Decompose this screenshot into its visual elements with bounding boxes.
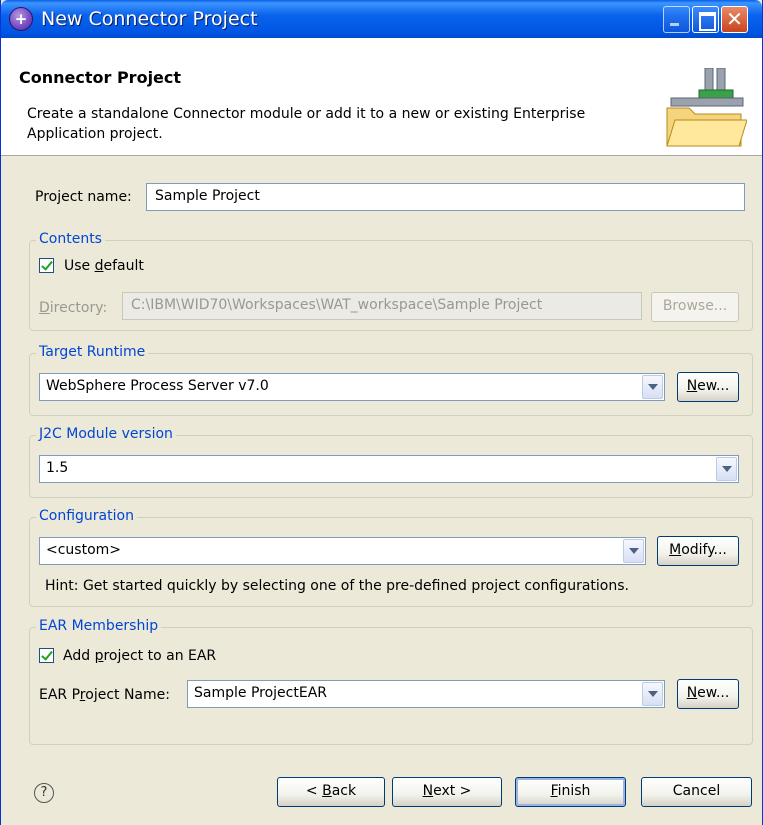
- target-runtime-legend: Target Runtime: [36, 344, 149, 360]
- j2c-version-value: 1.5: [46, 460, 69, 476]
- title-bar[interactable]: + New Connector Project ✕: [1, 0, 762, 38]
- ear-new-button[interactable]: New...: [677, 679, 739, 709]
- window-title: New Connector Project: [41, 8, 258, 30]
- runtime-new-button[interactable]: New...: [677, 372, 739, 402]
- close-icon: ✕: [726, 7, 743, 31]
- directory-input[interactable]: C:\IBM\WID70\Workspaces\WAT_workspace\Sa…: [122, 292, 642, 320]
- j2c-version-legend: J2C Module version: [36, 426, 176, 442]
- chevron-down-icon[interactable]: [642, 375, 663, 399]
- help-icon[interactable]: ?: [34, 783, 54, 803]
- chevron-down-icon[interactable]: [642, 682, 663, 706]
- ear-project-value: Sample ProjectEAR: [194, 685, 327, 701]
- project-name-label: Project name:: [35, 189, 132, 205]
- minimize-button[interactable]: [663, 6, 690, 33]
- cancel-button[interactable]: Cancel: [641, 777, 752, 807]
- configuration-hint: Hint: Get started quickly by selecting o…: [45, 578, 629, 594]
- browse-button[interactable]: Browse...: [651, 292, 739, 322]
- configuration-select[interactable]: <custom>: [39, 537, 646, 565]
- new-connector-project-window: + New Connector Project ✕ Connector Proj…: [0, 0, 763, 825]
- folder-connector-icon: [666, 68, 747, 147]
- modify-button[interactable]: Modify...: [657, 536, 739, 566]
- ear-project-select[interactable]: Sample ProjectEAR: [187, 680, 665, 708]
- configuration-legend: Configuration: [36, 508, 137, 524]
- chevron-down-icon[interactable]: [716, 457, 737, 481]
- target-runtime-value: WebSphere Process Server v7.0: [46, 378, 269, 394]
- use-default-label: Use default: [64, 258, 144, 274]
- add-to-ear-checkbox[interactable]: [39, 648, 54, 663]
- close-button[interactable]: ✕: [721, 6, 748, 33]
- directory-label: Directory:: [39, 300, 108, 316]
- chevron-down-icon[interactable]: [623, 539, 644, 563]
- project-name-input[interactable]: Sample Project: [146, 183, 745, 211]
- next-button[interactable]: Next >: [392, 777, 502, 807]
- add-to-ear-label: Add project to an EAR: [63, 648, 217, 664]
- j2c-version-select[interactable]: 1.5: [39, 455, 739, 483]
- use-default-checkbox[interactable]: [39, 258, 54, 273]
- page-title: Connector Project: [19, 68, 182, 87]
- page-description: Create a standalone Connector module or …: [27, 106, 586, 142]
- ear-membership-legend: EAR Membership: [36, 618, 162, 634]
- back-button[interactable]: < Back: [277, 777, 385, 807]
- wizard-header: Connector Project Create a standalone Co…: [1, 38, 762, 156]
- ear-project-label: EAR Project Name:: [39, 687, 170, 703]
- target-runtime-select[interactable]: WebSphere Process Server v7.0: [39, 373, 665, 401]
- contents-legend: Contents: [36, 231, 105, 247]
- app-icon: +: [9, 7, 33, 31]
- finish-button[interactable]: Finish: [515, 777, 626, 807]
- maximize-button[interactable]: [692, 6, 719, 33]
- configuration-value: <custom>: [46, 542, 122, 558]
